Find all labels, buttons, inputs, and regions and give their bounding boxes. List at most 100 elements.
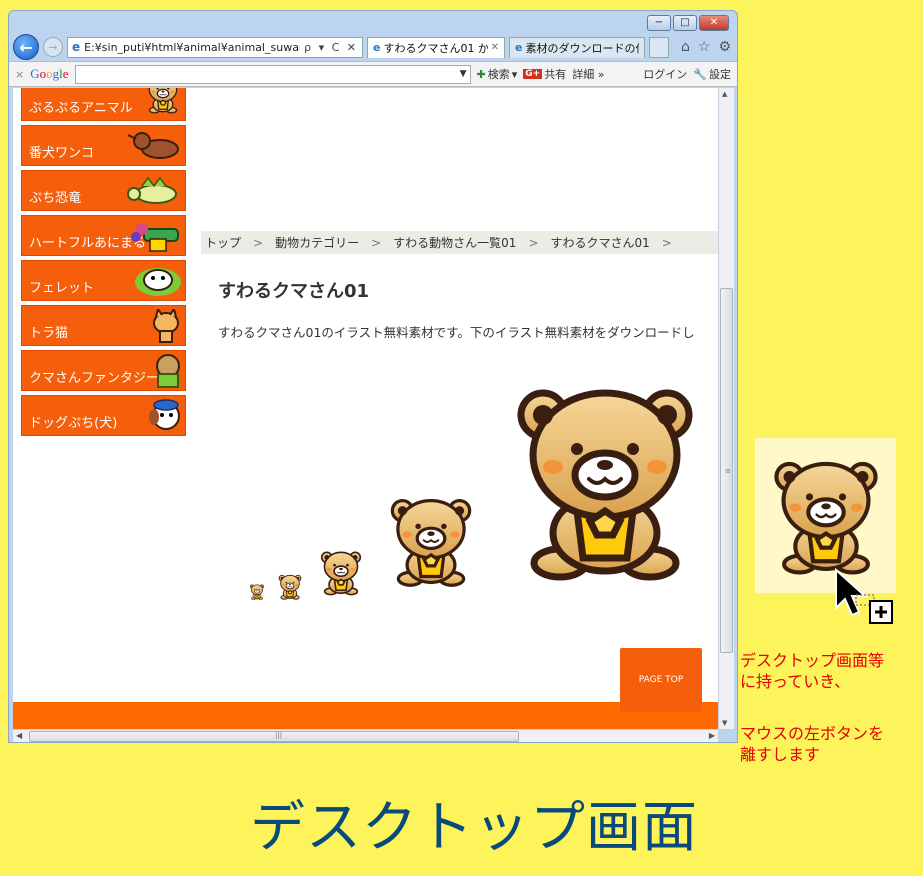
page-description: すわるクマさん01のイラスト無料素材です。下のイラスト無料素材をダウンロードし [218, 325, 695, 340]
note-line: デスクトップ画面等 [740, 651, 885, 670]
sidebar-item-bear-fantasy[interactable]: クマさんファンタジー [21, 350, 186, 391]
new-tab-button[interactable] [649, 36, 669, 58]
sidebar-item-purupuru[interactable]: ぷるぷるアニマル [21, 88, 186, 121]
breadcrumb: トップ > 動物カテゴリー > すわる動物さん一覧01 > すわるクマさん01 … [201, 231, 718, 254]
note-line: 離すします [740, 745, 821, 764]
address-tools[interactable]: ρ ▾ C ✕ [304, 41, 358, 54]
bear-icon [146, 88, 180, 114]
category-sidebar: ぷるぷるアニマル 番犬ワンコ ぷち恐竜 ハートフルあにまる フェレット トラ猫 [21, 88, 186, 440]
cat-icon [153, 309, 179, 343]
tab-close-icon[interactable]: ✕ [491, 42, 499, 53]
page-top-button[interactable]: PAGE TOP [620, 648, 702, 712]
tab-label: 素材のダウンロードの仕... [525, 41, 639, 55]
navigation-bar: ← → e E:¥sin_puti¥html¥animal¥animal_suw… [9, 33, 737, 61]
breadcrumb-link-list[interactable]: すわる動物さん一覧01 [393, 234, 516, 251]
star-icon[interactable]: ☆ [698, 39, 711, 55]
ie-icon: e [373, 41, 381, 54]
breadcrumb-current: すわるクマさん01 [550, 236, 650, 250]
dinosaur-icon [127, 176, 177, 204]
scroll-up-icon[interactable]: ▲ [722, 90, 727, 98]
sidebar-item-label: 番犬ワンコ [29, 146, 95, 161]
settings-label: 設定 [709, 68, 731, 81]
note-line: に持っていき、 [740, 672, 851, 691]
detail-button[interactable]: 詳細 » [572, 66, 604, 82]
back-button[interactable]: ← [13, 34, 39, 60]
sidebar-item-label: ドッグぷち(犬) [29, 416, 118, 431]
bear-image-small[interactable] [277, 574, 303, 600]
sidebar-item-heartful[interactable]: ハートフルあにまる [21, 215, 186, 256]
toolbar-search-input[interactable]: ▼ [74, 64, 471, 84]
home-icon[interactable]: ⌂ [681, 39, 690, 55]
address-bar[interactable]: e E:¥sin_puti¥html¥animal¥animal_suwaru0… [67, 36, 363, 58]
dog-icon [127, 132, 179, 159]
settings-button[interactable]: 🔧 設定 [693, 66, 731, 82]
sidebar-item-label: ぷるぷるアニマル [29, 101, 133, 116]
browser-window: − □ ✕ ← → e E:¥sin_puti¥html¥animal¥anim… [8, 10, 738, 743]
scroll-right-icon[interactable]: ▶ [709, 731, 715, 740]
page-footer [13, 702, 718, 729]
breadcrumb-separator: > [528, 235, 539, 250]
browser-right-icons: ⌂ ☆ ⚙ [681, 39, 731, 55]
sidebar-item-cat[interactable]: トラ猫 [21, 305, 186, 346]
back-arrow-icon: ← [19, 37, 33, 57]
gear-icon[interactable]: ⚙ [718, 39, 731, 55]
search-icon: ✚ [476, 67, 486, 81]
annotation-note-1: デスクトップ画面等 に持っていき、 [740, 650, 884, 692]
google-logo: Google [30, 66, 68, 82]
web-page: ぷるぷるアニマル 番犬ワンコ ぷち恐竜 ハートフルあにまる フェレット トラ猫 [13, 88, 718, 729]
address-text: E:¥sin_puti¥html¥animal¥animal_suwaru01_… [84, 40, 300, 54]
bear-drag-icon [767, 456, 885, 578]
dropdown-icon[interactable]: ▼ [460, 69, 467, 79]
crocodile-icon [131, 223, 179, 252]
sidebar-item-label: ぷち恐竜 [29, 191, 82, 206]
forward-arrow-icon: → [48, 40, 58, 54]
vertical-scrollbar[interactable]: ▲ ≡ ▼ [718, 88, 734, 729]
tab-current[interactable]: e すわるクマさん01 か... ✕ [367, 36, 505, 58]
login-link[interactable]: ログイン [643, 66, 687, 82]
breadcrumb-link-top[interactable]: トップ [205, 234, 241, 251]
page-title: すわるクマさん01 [218, 281, 370, 302]
dog-icon [149, 399, 180, 430]
note-line: マウスの左ボタンを [740, 724, 885, 743]
bear-icon [156, 354, 180, 388]
google-letter: e [62, 66, 69, 81]
scroll-down-icon[interactable]: ▼ [722, 719, 727, 727]
search-label: 検索 [487, 68, 510, 81]
horizontal-scroll-thumb[interactable]: ||| [29, 731, 519, 742]
maximize-button[interactable]: □ [673, 15, 697, 31]
close-button[interactable]: ✕ [699, 15, 729, 31]
minimize-button[interactable]: − [647, 15, 671, 31]
sidebar-item-dogpuchi[interactable]: ドッグぷち(犬) [21, 395, 186, 436]
breadcrumb-link-category[interactable]: 動物カテゴリー [275, 234, 359, 251]
forward-button[interactable]: → [43, 37, 63, 57]
sidebar-item-banken[interactable]: 番犬ワンコ [21, 125, 186, 166]
bear-image-xsmall[interactable] [249, 584, 265, 600]
annotation-note-2: マウスの左ボタンを 離すします [740, 723, 884, 765]
vertical-scroll-thumb[interactable]: ≡ [720, 288, 733, 653]
copy-cursor-icon [835, 568, 893, 624]
ie-icon: e [515, 41, 523, 54]
sidebar-item-label: フェレット [29, 281, 95, 296]
bear-image-large[interactable] [385, 490, 477, 594]
horizontal-scrollbar[interactable]: ◀ ||| ▶ [13, 729, 718, 742]
window-controls: − □ ✕ [647, 15, 729, 31]
chevron-down-icon: ▾ [511, 67, 518, 81]
tab-label: すわるクマさん01 か... [383, 41, 487, 55]
share-label: 共有 [544, 68, 567, 81]
share-button[interactable]: G+ 共有 [523, 66, 566, 82]
search-button[interactable]: ✚ 検索 ▾ [477, 66, 518, 82]
sidebar-item-ferret[interactable]: フェレット [21, 260, 186, 301]
tab-download[interactable]: e 素材のダウンロードの仕... [509, 36, 645, 58]
grip-icon: ≡ [725, 467, 731, 475]
ferret-icon [135, 268, 181, 296]
page-icon: e [72, 40, 81, 54]
desktop-caption: デスクトップ画面 [250, 795, 699, 859]
breadcrumb-separator: > [253, 235, 264, 250]
toolbar-close-icon[interactable]: × [15, 68, 24, 81]
wrench-icon: 🔧 [693, 67, 707, 81]
sidebar-item-dinosaur[interactable]: ぷち恐竜 [21, 170, 186, 211]
scroll-left-icon[interactable]: ◀ [16, 731, 22, 740]
breadcrumb-separator: > [371, 235, 382, 250]
bear-image-medium[interactable] [318, 548, 364, 598]
bear-image-xlarge[interactable] [505, 378, 705, 588]
